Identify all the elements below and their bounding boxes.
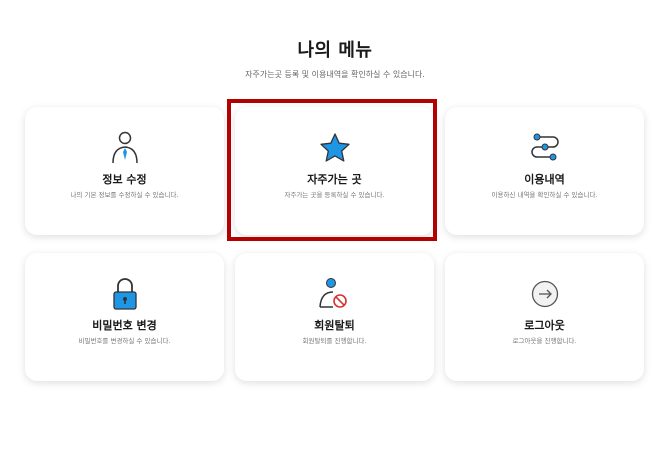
menu-card-desc: 이용하신 내역을 확인하실 수 있습니다. [491,191,598,199]
menu-card-withdraw[interactable]: 회원탈퇴 회원탈퇴를 진행합니다. [235,253,434,381]
menu-card-edit-info[interactable]: 정보 수정 나의 기본 정보를 수정하실 수 있습니다. [25,107,224,235]
menu-card-history[interactable]: 이용내역 이용하신 내역을 확인하실 수 있습니다. [445,107,644,235]
page-title: 나의 메뉴 [297,40,373,61]
arrow-circle-icon [531,280,558,308]
menu-card-label: 로그아웃 [524,319,565,332]
menu-card-logout[interactable]: 로그아웃 로그아웃을 진행합니다. [445,253,644,381]
menu-card-label: 자주가는 곳 [307,173,362,186]
menu-card-label: 회원탈퇴 [314,319,355,332]
lock-icon [112,278,137,310]
route-icon [530,133,559,161]
menu-card-favorites[interactable]: 자주가는 곳 자주가는 곳을 등록하실 수 있습니다. [235,107,434,235]
person-tie-icon [111,131,138,164]
menu-card-desc: 나의 기본 정보를 수정하실 수 있습니다. [70,191,179,199]
star-icon [319,133,350,162]
menu-card-label: 정보 수정 [102,173,147,186]
menu-card-desc: 자주가는 곳을 등록하실 수 있습니다. [284,191,385,199]
user-block-icon [318,278,347,308]
menu-card-change-password[interactable]: 비밀번호 변경 비밀번호를 변경하실 수 있습니다. [25,253,224,381]
menu-card-label: 이용내역 [524,173,565,186]
menu-card-label: 비밀번호 변경 [92,319,157,332]
menu-card-desc: 비밀번호를 변경하실 수 있습니다. [78,337,171,345]
menu-card-desc: 로그아웃을 진행합니다. [512,337,577,345]
menu-card-desc: 회원탈퇴를 진행합니다. [302,337,367,345]
page-subtitle: 자주가는곳 등록 및 이용내역을 확인하실 수 있습니다. [245,70,425,79]
